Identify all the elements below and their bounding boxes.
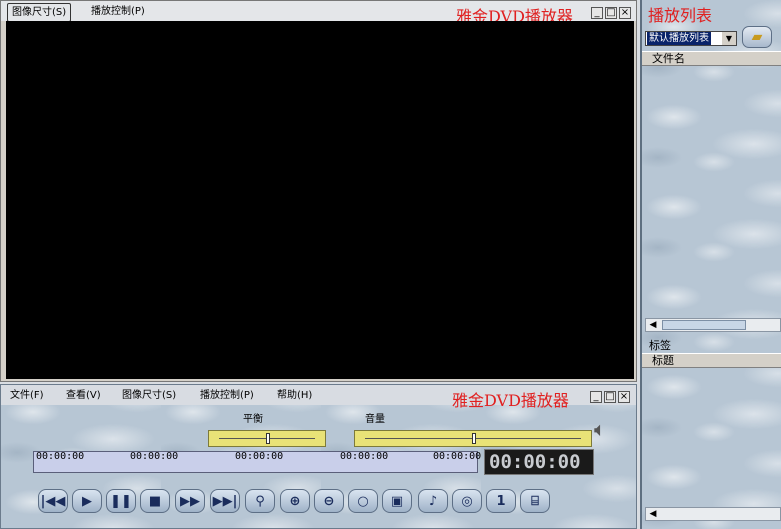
fast-forward-button[interactable]: ▶▶ — [175, 489, 205, 513]
column-filename[interactable]: 文件名 — [652, 52, 685, 65]
pause-button[interactable]: ❚❚ — [106, 489, 136, 513]
menu-playback-control[interactable]: 播放控制(P) — [196, 387, 258, 404]
balance-slider[interactable] — [208, 430, 326, 447]
video-display[interactable] — [6, 21, 634, 379]
volume-thumb[interactable] — [472, 433, 476, 444]
search-button[interactable]: ○ — [348, 489, 378, 513]
scroll-thumb[interactable] — [662, 320, 746, 330]
playlist-panel: 播放列表 默认播放列表 ▼ ▰ 文件名 ◀ 标签 标题 ◀ — [640, 0, 781, 529]
tag-header: 标题 — [642, 353, 781, 368]
scroll-left-icon[interactable]: ◀ — [646, 508, 660, 520]
audio-button[interactable]: ♪ — [418, 489, 448, 513]
play-button[interactable]: ▶ — [72, 489, 102, 513]
column-title[interactable]: 标题 — [652, 354, 674, 367]
playlist-header: 文件名 — [642, 51, 781, 66]
open-folder-button[interactable]: ▰ — [742, 26, 772, 48]
timeline-mark: 00:00:00 — [340, 451, 389, 462]
volume-slider[interactable] — [354, 430, 592, 447]
maximize-icon[interactable]: □ — [604, 391, 616, 403]
tag-label: 标签 — [649, 339, 671, 352]
angle-button[interactable]: 1 — [486, 489, 516, 513]
close-icon[interactable]: × — [619, 7, 631, 19]
menu-file[interactable]: 文件(F) — [6, 387, 48, 404]
zoom-out-button[interactable]: ⊖ — [314, 489, 344, 513]
chevron-down-icon[interactable]: ▼ — [722, 32, 736, 45]
playlist-title: 播放列表 — [648, 6, 713, 25]
playlist-select[interactable]: 默认播放列表 ▼ — [645, 31, 737, 46]
menu-help[interactable]: 帮助(H) — [273, 387, 316, 404]
folder-icon: ▰ — [751, 29, 763, 45]
speaker-icon[interactable]: 🔈︎ — [594, 417, 606, 441]
menu-view[interactable]: 查看(V) — [62, 387, 105, 404]
timeline-mark: 00:00:00 — [235, 451, 284, 462]
volume-label: 音量 — [365, 414, 385, 425]
app-title: 雅金DVD播放器 — [452, 391, 569, 410]
close-icon[interactable]: × — [618, 391, 630, 403]
zoom-button[interactable]: ⚲ — [245, 489, 275, 513]
timeline-mark: 00:00:00 — [130, 451, 179, 462]
fullscreen-button[interactable]: ▣ — [382, 489, 412, 513]
menu-image-size[interactable]: 图像尺寸(S) — [118, 387, 180, 404]
balance-thumb[interactable] — [266, 433, 270, 444]
balance-label: 平衡 — [243, 414, 263, 425]
minimize-icon[interactable]: _ — [591, 7, 603, 19]
next-track-button[interactable]: ▶▶| — [210, 489, 240, 513]
time-display: 00:00:00 — [484, 449, 594, 475]
playlist-hscrollbar[interactable]: ◀ — [645, 318, 781, 332]
timeline-mark: 00:00:00 — [433, 451, 482, 462]
menu-playback-control[interactable]: 播放控制(P) — [87, 3, 149, 20]
time-display-value: 00:00:00 — [489, 451, 581, 473]
timeline-mark: 00:00:00 — [36, 451, 85, 462]
scroll-left-icon[interactable]: ◀ — [646, 319, 660, 331]
video-window: 图像尺寸(S) 播放控制(P) 雅金DVD播放器 _ □ × — [0, 0, 637, 382]
stop-button[interactable]: ■ — [140, 489, 170, 513]
zoom-in-button[interactable]: ⊕ — [280, 489, 310, 513]
minimize-icon[interactable]: _ — [590, 391, 602, 403]
tag-hscrollbar[interactable]: ◀ — [645, 507, 781, 521]
menu-image-size[interactable]: 图像尺寸(S) — [7, 3, 72, 22]
snapshot-button[interactable]: ⌸ — [520, 489, 550, 513]
playlist-select-value: 默认播放列表 — [647, 32, 711, 45]
disc-button[interactable]: ◎ — [452, 489, 482, 513]
maximize-icon[interactable]: □ — [605, 7, 617, 19]
previous-track-button[interactable]: |◀◀ — [38, 489, 68, 513]
